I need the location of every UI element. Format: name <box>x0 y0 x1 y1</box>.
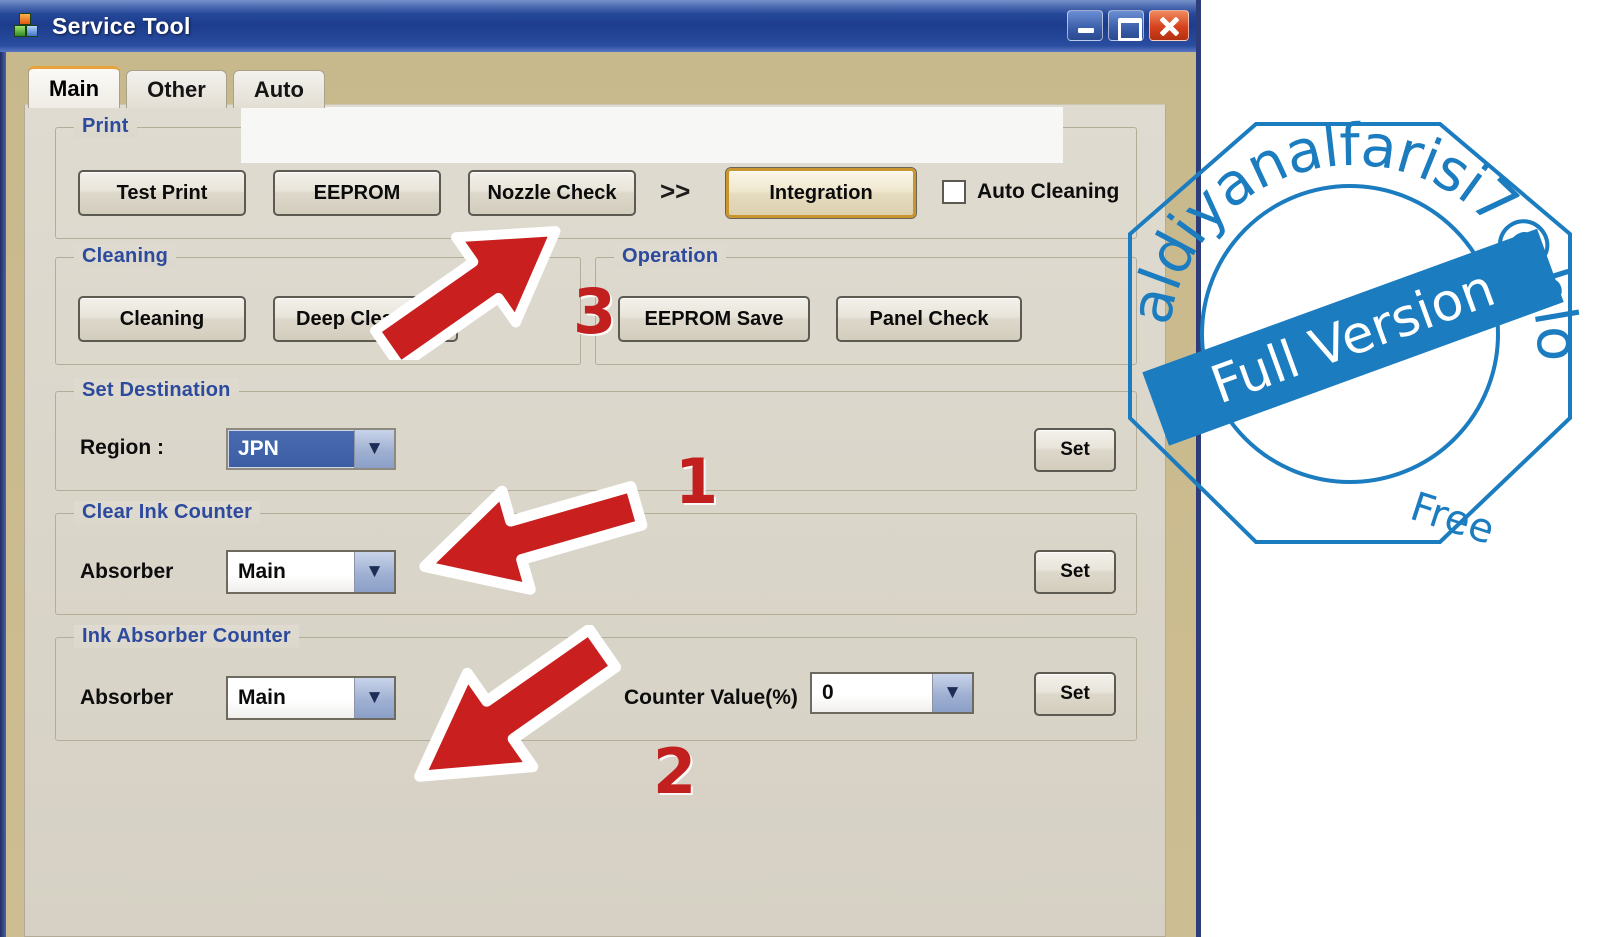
test-print-button[interactable]: Test Print <box>78 170 246 216</box>
watermark-banner-text: Full Version <box>1203 258 1502 416</box>
auto-cleaning-checkbox[interactable] <box>942 180 966 204</box>
chevron-down-icon[interactable]: ▼ <box>354 552 394 592</box>
cleaning-button[interactable]: Cleaning <box>78 296 246 342</box>
region-dropdown-value: JPN <box>238 437 279 460</box>
auto-cleaning-label: Auto Cleaning <box>977 180 1120 203</box>
group-operation: Operation EEPROM Save Panel Check <box>595 245 1137 365</box>
tab-main[interactable]: Main <box>28 66 121 108</box>
set-destination-set-button[interactable]: Set <box>1034 428 1116 472</box>
tab-bar: Main Other Auto <box>28 66 325 108</box>
app-blocks-icon <box>14 13 40 39</box>
minimize-button[interactable] <box>1067 10 1103 41</box>
clear-ink-counter-absorber-value: Main <box>238 560 286 583</box>
integration-button-label: Integration <box>769 181 873 204</box>
panel-check-button[interactable]: Panel Check <box>836 296 1022 342</box>
group-cleaning-legend: Cleaning <box>74 245 177 268</box>
region-label: Region : <box>80 436 164 459</box>
clear-ink-counter-set-button[interactable]: Set <box>1034 550 1116 594</box>
group-ink-absorber-counter-legend: Ink Absorber Counter <box>74 625 299 648</box>
chevron-right-icon: >> <box>660 176 691 206</box>
eeprom-save-button[interactable]: EEPROM Save <box>618 296 810 342</box>
region-dropdown[interactable]: JPN ▼ <box>226 428 396 470</box>
annotation-arrow-2 <box>414 625 622 782</box>
ink-absorber-counter-set-button-label: Set <box>1060 683 1090 704</box>
counter-value-dropdown-value: 0 <box>822 681 834 704</box>
maximize-button[interactable] <box>1108 10 1144 41</box>
ink-absorber-counter-absorber-label: Absorber <box>80 686 174 709</box>
ink-absorber-counter-set-button[interactable]: Set <box>1034 672 1116 716</box>
counter-value-label: Counter Value(%) <box>624 686 798 709</box>
tab-auto[interactable]: Auto <box>232 70 325 108</box>
watermark-banner: Full Version <box>1142 228 1564 446</box>
tab-auto-label: Auto <box>253 76 304 102</box>
set-destination-set-button-label: Set <box>1060 439 1090 460</box>
window-controls <box>1067 10 1189 41</box>
chevron-down-icon[interactable]: ▼ <box>354 430 394 468</box>
annotation-number-1: 1 <box>675 445 719 518</box>
counter-value-dropdown[interactable]: 0 ▼ <box>810 672 974 714</box>
clear-ink-counter-absorber-dropdown[interactable]: Main ▼ <box>226 550 396 594</box>
watermark-free-text: Free <box>1405 484 1500 554</box>
eeprom-save-button-label: EEPROM Save <box>644 307 784 330</box>
tab-other[interactable]: Other <box>126 70 227 108</box>
ink-absorber-counter-absorber-value: Main <box>238 686 286 709</box>
group-print-legend: Print <box>74 115 137 138</box>
annotation-number-2: 2 <box>653 735 697 808</box>
group-clear-ink-counter-legend: Clear Ink Counter <box>74 501 261 524</box>
tab-other-label: Other <box>147 76 206 102</box>
annotation-arrow-1 <box>419 481 648 595</box>
panel-check-button-label: Panel Check <box>869 307 989 330</box>
overlay-strip <box>241 107 1063 163</box>
stamp-circle <box>1200 184 1500 484</box>
annotation-number-3: 3 <box>573 275 617 348</box>
auto-cleaning-checkbox-row[interactable]: Auto Cleaning <box>942 180 1119 204</box>
integration-button[interactable]: Integration <box>726 168 916 218</box>
window-title: Service Tool <box>52 12 191 39</box>
cleaning-button-label: Cleaning <box>119 307 205 330</box>
clear-ink-counter-absorber-label: Absorber <box>80 560 174 583</box>
close-icon[interactable] <box>1149 10 1189 41</box>
tab-main-label: Main <box>49 75 100 101</box>
group-set-destination-legend: Set Destination <box>74 379 239 402</box>
test-print-button-label: Test Print <box>116 181 208 204</box>
chevron-down-icon[interactable]: ▼ <box>932 674 972 712</box>
group-operation-legend: Operation <box>614 245 727 268</box>
title-bar: Service Tool <box>0 0 1196 52</box>
clear-ink-counter-set-button-label: Set <box>1060 561 1090 582</box>
